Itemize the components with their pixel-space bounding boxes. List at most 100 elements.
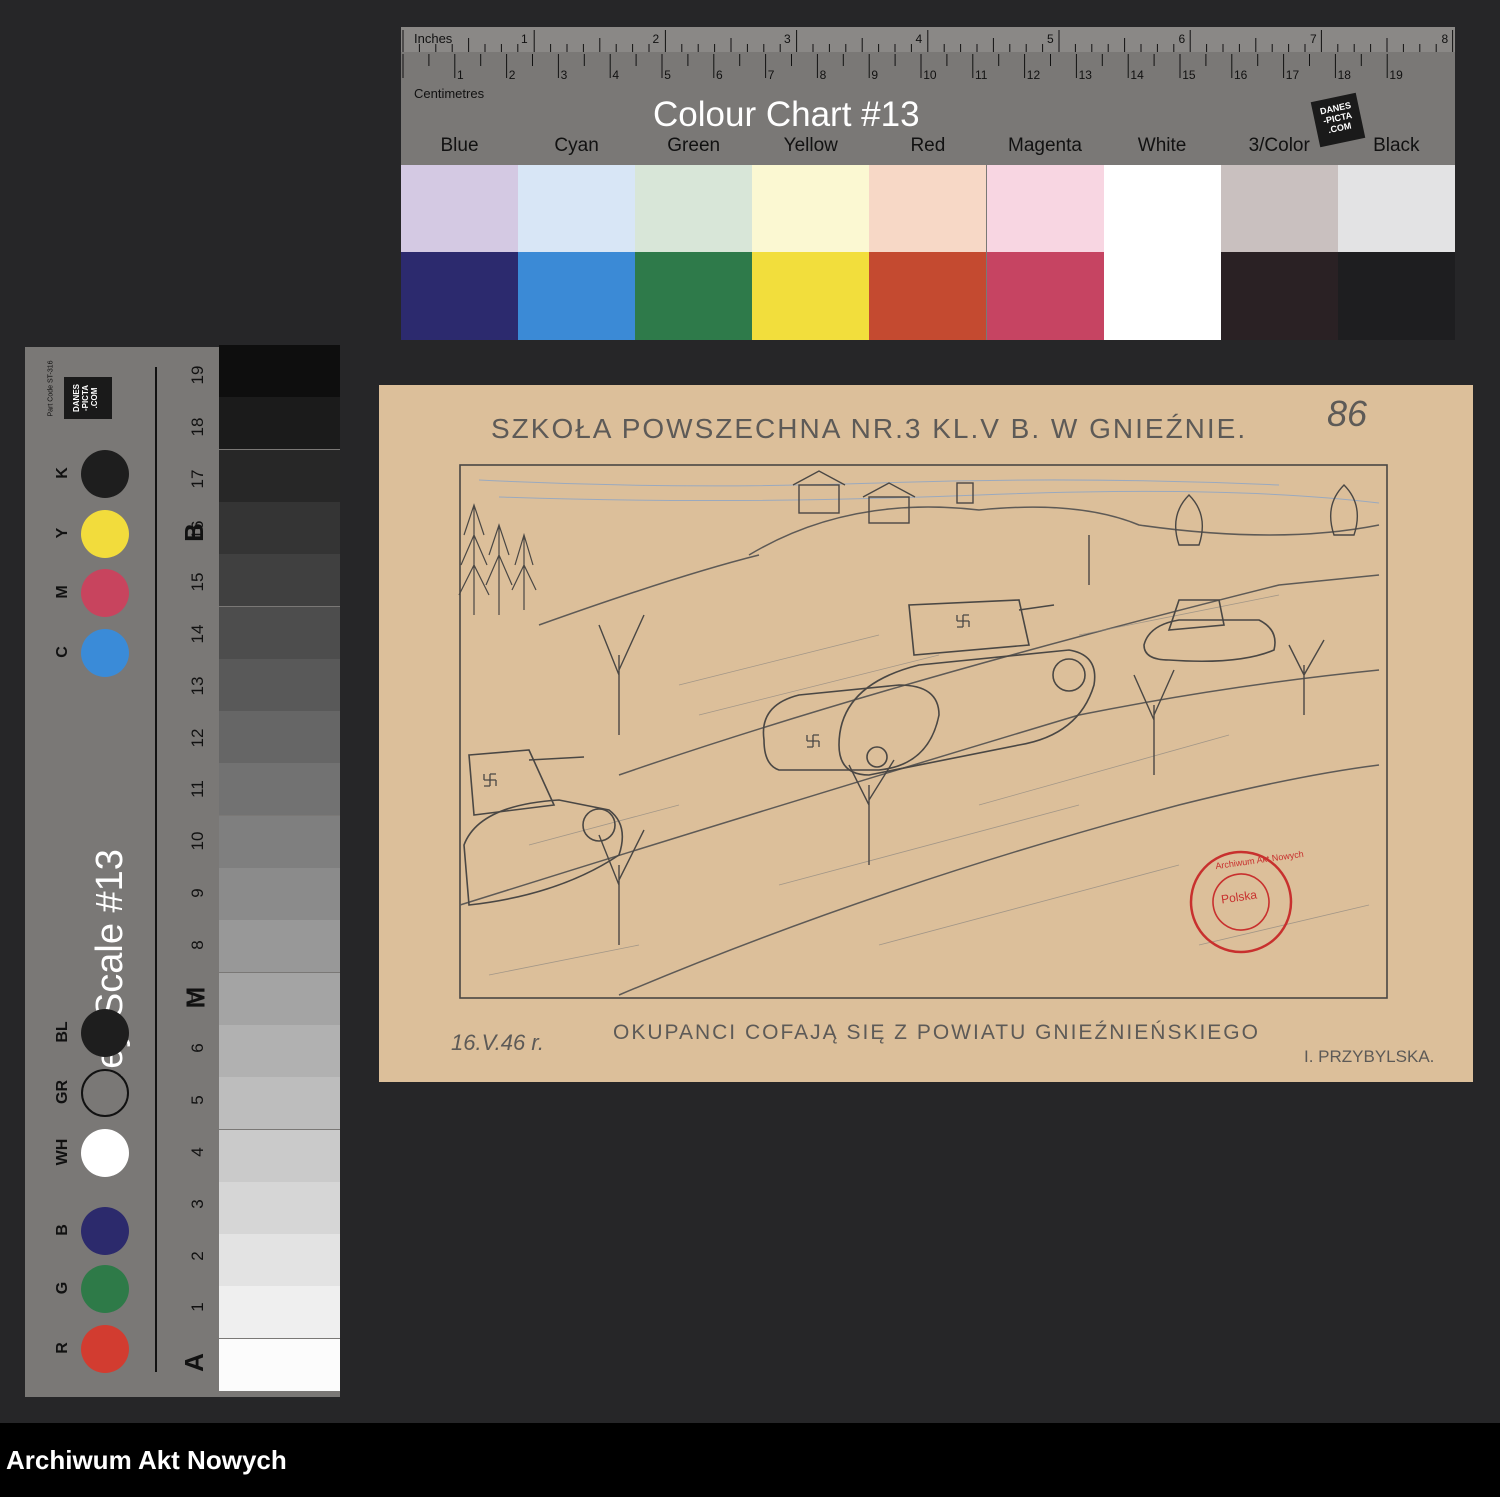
patch-label: K bbox=[54, 467, 71, 479]
swatch-label: Green bbox=[667, 135, 721, 156]
grey-step bbox=[219, 1077, 340, 1130]
grey-scale-number: 9 bbox=[188, 888, 207, 898]
grey-scale-patch bbox=[81, 450, 129, 498]
swatch-light bbox=[869, 165, 987, 252]
swatch-label: Blue bbox=[440, 135, 479, 156]
grey-scale-number: 17 bbox=[188, 469, 207, 489]
grey-step bbox=[219, 397, 340, 450]
swatch-light bbox=[1220, 165, 1338, 252]
grey-scale-divider bbox=[155, 367, 157, 1372]
grey-step bbox=[219, 711, 340, 764]
grey-scale-marker: A bbox=[178, 1353, 209, 1372]
swatch-label: Yellow bbox=[783, 135, 838, 156]
grey-scale-marker: B bbox=[178, 523, 209, 542]
grey-scale-number: 8 bbox=[188, 940, 207, 950]
page-number: 86 bbox=[1327, 393, 1368, 434]
swatch-label: 3/Color bbox=[1248, 135, 1310, 156]
grey-scale-number: 19 bbox=[188, 365, 207, 385]
archive-name: Archiwum Akt Nowych bbox=[6, 1445, 287, 1475]
patch-label: M bbox=[54, 585, 71, 599]
cm-number: 5 bbox=[664, 68, 671, 82]
centimetres-label: Centimetres bbox=[414, 86, 485, 101]
drawing-caption: OKUPANCI COFAJĄ SIĘ Z POWIATU GNIEŹNIEŃS… bbox=[613, 1021, 1260, 1044]
swatch-light bbox=[1103, 165, 1221, 252]
swatch-light bbox=[1337, 165, 1455, 252]
inch-number: 6 bbox=[1178, 32, 1186, 46]
patch-label: WH bbox=[54, 1138, 71, 1166]
swatch-dark bbox=[752, 252, 870, 340]
grey-scale-number: 3 bbox=[188, 1199, 207, 1209]
grey-step bbox=[219, 658, 340, 711]
cm-number: 10 bbox=[923, 68, 937, 82]
swatch-label: Red bbox=[910, 135, 946, 156]
swatch-light bbox=[986, 165, 1104, 252]
bare-trees bbox=[598, 484, 1358, 945]
cm-number: 18 bbox=[1337, 68, 1351, 82]
grey-step bbox=[219, 606, 340, 659]
colour-chart: Inches Centimetres 12345678 1 2 3 4 5 6 7 8 9 10 1… bbox=[401, 27, 1455, 340]
footer-bar: Archiwum Akt Nowych bbox=[0, 1423, 1500, 1497]
inches-label: Inches bbox=[414, 31, 453, 46]
patch-label: G bbox=[54, 1281, 71, 1295]
swatch-dark bbox=[635, 252, 753, 340]
grey-step bbox=[219, 972, 340, 1025]
swatch-dark bbox=[869, 252, 987, 340]
grey-scale-patch bbox=[81, 1009, 129, 1057]
grey-scale-number: 12 bbox=[188, 728, 207, 748]
patch-label: Y bbox=[54, 527, 71, 539]
swatch-label: Black bbox=[1373, 135, 1420, 156]
swatch-dark bbox=[401, 252, 518, 340]
swatch-light bbox=[518, 165, 636, 252]
danes-picta-logo: DANES -PICTA .COM bbox=[64, 377, 112, 419]
swatch-label: White bbox=[1137, 135, 1187, 156]
grey-scale-patch bbox=[81, 1207, 129, 1255]
cm-number: 11 bbox=[975, 68, 988, 82]
grey-scale-patch bbox=[81, 1129, 129, 1177]
cm-number: 3 bbox=[560, 68, 568, 82]
grey-scale-number: 6 bbox=[188, 1043, 207, 1054]
grey-step bbox=[219, 1286, 340, 1339]
cm-number: 16 bbox=[1234, 68, 1248, 82]
inch-number: 2 bbox=[652, 32, 660, 46]
grey-scale-patch bbox=[81, 1325, 129, 1373]
grey-scale-number: 1 bbox=[188, 1302, 207, 1313]
cm-number: 1 bbox=[457, 68, 464, 82]
cm-number: 2 bbox=[508, 68, 516, 82]
drawing-date: 16.V.46 r. bbox=[451, 1030, 544, 1055]
artist-signature: I. PRZYBYLSKA. bbox=[1304, 1047, 1435, 1066]
grey-scale-number: 5 bbox=[188, 1095, 207, 1105]
pencil-sketch bbox=[458, 464, 1388, 999]
grey-step bbox=[219, 1338, 340, 1391]
grey-scale-number: 10 bbox=[188, 831, 207, 851]
grey-scale-number: 2 bbox=[188, 1250, 207, 1261]
grey-step bbox=[219, 1234, 340, 1287]
grey-scale-patch bbox=[81, 1265, 129, 1313]
grey-scale-number: 4 bbox=[188, 1147, 207, 1157]
school-header: SZKOŁA POWSZECHNA NR.3 KL.V B. W GNIEŹNI… bbox=[491, 413, 1248, 444]
grey-step bbox=[219, 763, 340, 816]
grey-scale-chart: Part Code ST-316 DANES -PICTA .COM Grey Sc… bbox=[25, 345, 340, 1397]
cm-number: 6 bbox=[716, 68, 723, 82]
houses bbox=[792, 470, 974, 524]
inch-number: 1 bbox=[521, 32, 528, 46]
swatch-dark bbox=[1220, 252, 1338, 340]
grey-step bbox=[219, 868, 340, 920]
cm-number: 12 bbox=[1026, 68, 1041, 82]
cm-number: 9 bbox=[871, 68, 879, 82]
grey-step bbox=[219, 501, 340, 554]
grey-step bbox=[219, 449, 340, 502]
swatch-light bbox=[635, 165, 753, 252]
cm-number: 8 bbox=[819, 68, 827, 82]
swatch-dark bbox=[518, 252, 636, 340]
grey-scale-marker: M bbox=[180, 986, 211, 1009]
grey-scale-number: 14 bbox=[188, 624, 207, 644]
cm-number: 4 bbox=[612, 68, 620, 82]
part-code: Part Code ST-316 bbox=[47, 360, 55, 417]
swatch-dark bbox=[1103, 252, 1221, 340]
grey-scale-number: 11 bbox=[188, 780, 207, 799]
patch-label: R bbox=[54, 1342, 71, 1354]
cm-number: 15 bbox=[1182, 68, 1196, 82]
cm-number: 7 bbox=[767, 68, 775, 82]
patch-label: BL bbox=[54, 1021, 71, 1043]
grey-step bbox=[219, 345, 340, 397]
